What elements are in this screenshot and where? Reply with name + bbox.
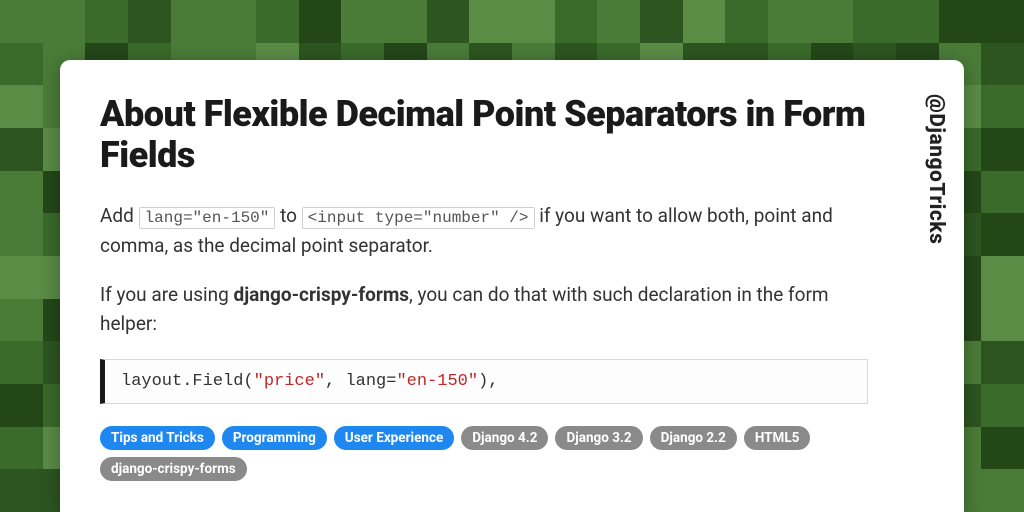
code-string: "price"	[254, 372, 325, 391]
inline-code-input: <input type="number" />	[302, 207, 535, 229]
text: Add	[100, 204, 139, 227]
crispy-forms-name: django-crispy-forms	[234, 283, 410, 306]
intro-paragraph: Add lang="en-150" to <input type="number…	[100, 201, 868, 260]
article-card: About Flexible Decimal Point Separators …	[60, 60, 964, 512]
tag-list: Tips and Tricks Programming User Experienc…	[100, 426, 868, 481]
tag[interactable]: Tips and Tricks	[100, 426, 215, 450]
page-title: About Flexible Decimal Point Separators …	[100, 94, 868, 177]
tag[interactable]: Programming	[222, 426, 327, 450]
article-content: About Flexible Decimal Point Separators …	[60, 60, 908, 512]
inline-code-lang: lang="en-150"	[139, 207, 276, 229]
tag[interactable]: User Experience	[334, 426, 454, 450]
text: to	[275, 204, 301, 227]
crispy-paragraph: If you are using django-crispy-forms, yo…	[100, 280, 868, 339]
code-string: "en-150"	[396, 372, 478, 391]
tag[interactable]: Django 2.2	[650, 426, 737, 450]
tag[interactable]: django-crispy-forms	[100, 457, 247, 481]
code-text: , lang=	[325, 372, 396, 391]
code-block: layout.Field("price", lang="en-150"),	[100, 359, 868, 404]
text: If you are using	[100, 283, 234, 306]
code-text: layout.Field(	[121, 372, 254, 391]
code-text: ),	[478, 372, 498, 391]
sidebar: @DjangoTricks	[908, 60, 964, 512]
author-handle: @DjangoTricks	[924, 94, 948, 244]
tag[interactable]: Django 4.2	[461, 426, 548, 450]
tag[interactable]: HTML5	[744, 426, 811, 450]
tag[interactable]: Django 3.2	[555, 426, 642, 450]
